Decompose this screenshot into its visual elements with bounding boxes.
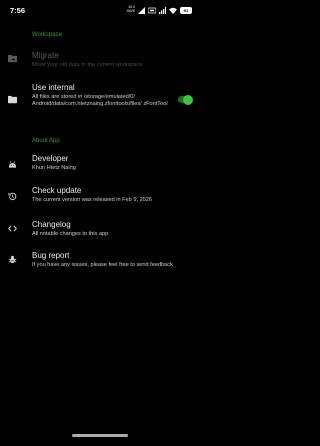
history-icon <box>8 192 17 201</box>
folder-icon <box>8 95 17 104</box>
changelog-item[interactable]: Changelog All notable changes to this ap… <box>0 219 200 243</box>
bug-report-subtitle: If you have any issues, please feel free… <box>32 262 173 268</box>
status-icons: 10.0 KB/S 91 <box>127 5 192 14</box>
signal-bars-icon <box>159 6 166 14</box>
code-icon <box>8 225 17 232</box>
check-update-subtitle: The current version was released in Feb … <box>32 197 153 203</box>
status-bar: 7:56 10.0 KB/S 91 <box>0 0 200 22</box>
folder-move-icon <box>8 54 17 63</box>
battery-icon: 91 <box>180 6 192 14</box>
check-update-title: Check update <box>32 186 82 195</box>
developer-title: Developer <box>32 154 69 163</box>
wifi-icon <box>169 7 177 14</box>
status-time: 7:56 <box>10 6 26 15</box>
use-internal-item[interactable]: Use internal All files are stored in /st… <box>0 80 200 122</box>
use-internal-subtitle: All files are stored in /storage/emulate… <box>32 94 168 107</box>
bug-report-item[interactable]: Bug report If you have any issues, pleas… <box>0 250 200 274</box>
check-update-item[interactable]: Check update The current version was rel… <box>0 185 200 209</box>
developer-subtitle: Khun Htetz Naing <box>32 165 76 171</box>
toggle-knob <box>183 94 193 105</box>
network-speed-unit: KB/S <box>127 9 135 13</box>
bug-icon <box>8 255 17 264</box>
developer-item[interactable]: Developer Khun Htetz Naing <box>0 153 200 177</box>
changelog-title: Changelog <box>32 220 71 229</box>
gesture-navigation-bar[interactable] <box>72 434 128 437</box>
network-speed: 10.0 KB/S <box>127 5 135 14</box>
bug-report-title: Bug report <box>32 251 70 260</box>
changelog-subtitle: All notable changes to this app <box>32 231 109 237</box>
migrate-item[interactable]: Migrate Move your old data to the curren… <box>0 48 200 74</box>
section-header-workspace: Workspace <box>32 32 62 38</box>
migrate-title: Migrate <box>32 51 59 60</box>
signal-icon <box>138 6 145 14</box>
use-internal-toggle[interactable] <box>178 94 193 105</box>
use-internal-title: Use internal <box>32 83 75 92</box>
android-icon <box>8 161 17 168</box>
section-header-about: About App <box>32 138 60 144</box>
volte-icon <box>148 7 156 13</box>
migrate-subtitle: Move your old data to the current worksp… <box>32 62 143 68</box>
